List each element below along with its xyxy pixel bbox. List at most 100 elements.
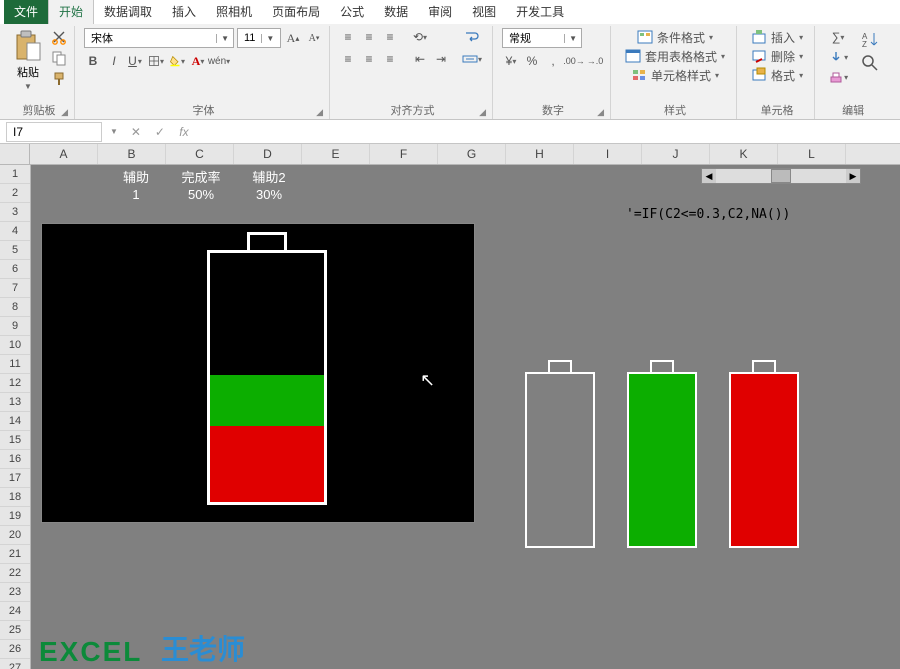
column-header-L[interactable]: L [778, 144, 846, 164]
conditional-format-button[interactable]: 条件格式▾ [620, 28, 730, 46]
row-header-3[interactable]: 3 [0, 203, 30, 222]
row-header-20[interactable]: 20 [0, 526, 30, 545]
tab-pagelayout[interactable]: 页面布局 [262, 0, 330, 24]
align-right-button[interactable]: ≡ [381, 50, 399, 68]
scrollbar-right-button[interactable]: ▶ [846, 169, 860, 183]
scrollbar-thumb[interactable] [771, 169, 791, 183]
column-header-H[interactable]: H [506, 144, 574, 164]
dialog-launcher-icon[interactable]: ◢ [61, 107, 68, 118]
font-color-button[interactable]: A▾ [189, 52, 207, 70]
row-header-4[interactable]: 4 [0, 222, 30, 241]
row-header-25[interactable]: 25 [0, 621, 30, 640]
row-header-23[interactable]: 23 [0, 583, 30, 602]
scrollbar-track[interactable] [716, 169, 846, 183]
tab-data[interactable]: 数据 [374, 0, 418, 24]
align-top-button[interactable]: ≡ [339, 28, 357, 46]
delete-cells-button[interactable]: 删除▾ [746, 47, 808, 65]
insert-function-button[interactable]: fx [172, 125, 196, 139]
sort-filter-button[interactable]: AZ [858, 28, 882, 50]
format-cells-button[interactable]: 格式▾ [746, 66, 808, 84]
fill-color-button[interactable]: ▾ [168, 52, 186, 70]
tab-formulas[interactable]: 公式 [330, 0, 374, 24]
font-size-combo[interactable]: 11▼ [237, 28, 281, 48]
copy-button[interactable] [50, 49, 68, 67]
column-header-F[interactable]: F [370, 144, 438, 164]
cell-area[interactable]: 辅助 完成率 辅助2 1 50% 30% ◀ ▶ '=IF(C2<=0.3,C2… [31, 165, 900, 669]
format-as-table-button[interactable]: 套用表格格式▾ [620, 47, 730, 65]
align-bottom-button[interactable]: ≡ [381, 28, 399, 46]
row-header-12[interactable]: 12 [0, 374, 30, 393]
row-header-13[interactable]: 13 [0, 393, 30, 412]
increase-font-button[interactable]: A▴ [284, 29, 302, 47]
column-header-G[interactable]: G [438, 144, 506, 164]
decrease-font-button[interactable]: A▾ [305, 29, 323, 47]
number-format-combo[interactable]: 常规▼ [502, 28, 582, 48]
cancel-formula-button[interactable]: ✕ [124, 125, 148, 139]
row-header-22[interactable]: 22 [0, 564, 30, 583]
align-center-button[interactable]: ≡ [360, 50, 378, 68]
tab-camera[interactable]: 照相机 [206, 0, 262, 24]
row-header-19[interactable]: 19 [0, 507, 30, 526]
cut-button[interactable] [50, 28, 68, 46]
bold-button[interactable]: B [84, 52, 102, 70]
row-header-1[interactable]: 1 [0, 165, 30, 184]
battery-small-red[interactable] [729, 360, 799, 550]
tab-developer[interactable]: 开发工具 [506, 0, 574, 24]
row-header-9[interactable]: 9 [0, 317, 30, 336]
fill-button[interactable]: ▾ [824, 48, 852, 66]
percent-style-button[interactable]: % [523, 52, 541, 70]
decrease-indent-button[interactable]: ⇤ [411, 50, 429, 68]
row-header-27[interactable]: 27 [0, 659, 30, 669]
autosum-button[interactable]: ∑▾ [824, 28, 852, 46]
comma-style-button[interactable]: , [544, 52, 562, 70]
row-header-16[interactable]: 16 [0, 450, 30, 469]
row-header-21[interactable]: 21 [0, 545, 30, 564]
row-header-18[interactable]: 18 [0, 488, 30, 507]
column-header-D[interactable]: D [234, 144, 302, 164]
row-header-14[interactable]: 14 [0, 412, 30, 431]
underline-button[interactable]: U▾ [126, 52, 144, 70]
paste-button[interactable]: 粘贴 ▼ [10, 28, 46, 93]
border-button[interactable]: ▾ [147, 52, 165, 70]
battery-small-green[interactable] [627, 360, 697, 550]
row-header-11[interactable]: 11 [0, 355, 30, 374]
column-header-E[interactable]: E [302, 144, 370, 164]
row-header-17[interactable]: 17 [0, 469, 30, 488]
select-all-corner[interactable] [0, 144, 30, 164]
tab-review[interactable]: 审阅 [418, 0, 462, 24]
tab-view[interactable]: 视图 [462, 0, 506, 24]
tab-home[interactable]: 开始 [48, 0, 94, 24]
battery-chart-main[interactable]: ↖ [41, 223, 475, 523]
row-header-6[interactable]: 6 [0, 260, 30, 279]
row-header-8[interactable]: 8 [0, 298, 30, 317]
dialog-launcher-icon[interactable]: ◢ [479, 107, 486, 118]
column-header-C[interactable]: C [166, 144, 234, 164]
column-header-J[interactable]: J [642, 144, 710, 164]
merge-center-button[interactable]: ▾ [458, 50, 486, 68]
wrap-text-button[interactable] [458, 28, 486, 46]
row-header-26[interactable]: 26 [0, 640, 30, 659]
row-header-24[interactable]: 24 [0, 602, 30, 621]
row-header-10[interactable]: 10 [0, 336, 30, 355]
column-header-B[interactable]: B [98, 144, 166, 164]
tab-insert[interactable]: 插入 [162, 0, 206, 24]
row-header-7[interactable]: 7 [0, 279, 30, 298]
accounting-format-button[interactable]: ¥▾ [502, 52, 520, 70]
tab-dataquery[interactable]: 数据调取 [94, 0, 162, 24]
row-header-5[interactable]: 5 [0, 241, 30, 260]
name-box-dropdown[interactable]: ▼ [104, 127, 124, 136]
battery-small-empty[interactable] [525, 360, 595, 550]
font-name-combo[interactable]: 宋体▼ [84, 28, 234, 48]
format-painter-button[interactable] [50, 70, 68, 88]
row-header-15[interactable]: 15 [0, 431, 30, 450]
row-header-2[interactable]: 2 [0, 184, 30, 203]
enter-formula-button[interactable]: ✓ [148, 125, 172, 139]
align-middle-button[interactable]: ≡ [360, 28, 378, 46]
form-scrollbar[interactable]: ◀ ▶ [701, 168, 861, 184]
column-header-I[interactable]: I [574, 144, 642, 164]
tab-file[interactable]: 文件 [4, 0, 48, 24]
italic-button[interactable]: I [105, 52, 123, 70]
clear-button[interactable]: ▾ [824, 68, 852, 86]
align-left-button[interactable]: ≡ [339, 50, 357, 68]
column-header-K[interactable]: K [710, 144, 778, 164]
